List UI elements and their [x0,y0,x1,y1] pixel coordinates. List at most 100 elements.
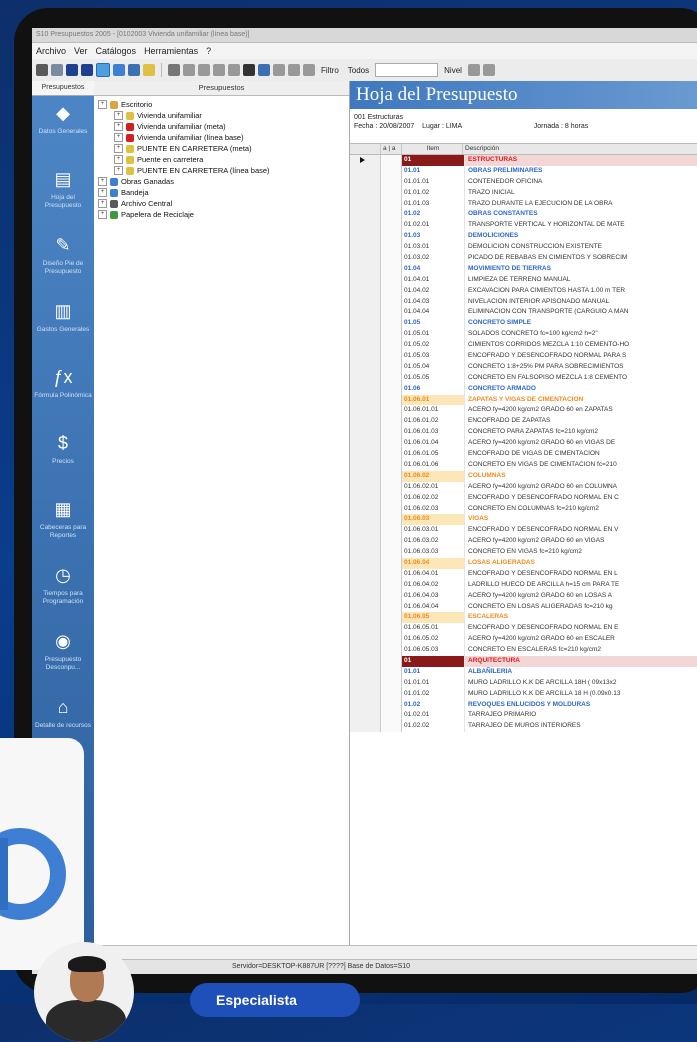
row-selector[interactable] [350,340,381,352]
table-row[interactable]: 01.06.01 ZAPATAS Y VIGAS DE CIMENTACION [350,394,697,406]
item-cell[interactable]: 01.06.04.04 [402,601,465,613]
item-cell[interactable]: 01.06.04.03 [402,590,465,602]
table-row[interactable]: 01.06.01.03 CONCRETO PARA ZAPATAS fc=210 … [350,427,697,439]
item-cell[interactable]: 01.06.03.01 [402,525,465,537]
description-cell[interactable]: ESTRUCTURAS [465,155,697,166]
row-selector[interactable] [350,492,381,504]
row-selector[interactable] [350,514,381,526]
expand-icon[interactable]: + [114,133,123,142]
table-row[interactable]: 01.06.04.01 ENCOFRADO Y DESENCOFRADO NORM… [350,568,697,580]
description-cell[interactable]: CONCRETO PARA ZAPATAS fc=210 kg/cm2 [465,427,697,438]
edit-icon[interactable] [258,64,270,76]
arrow-right-icon[interactable] [81,64,93,76]
table-row[interactable]: 01.06.03 VIGAS [350,514,697,526]
row-selector[interactable] [350,220,381,232]
item-cell[interactable]: 01.06.01.06 [402,459,465,471]
row-selector[interactable] [350,416,381,428]
item-cell[interactable]: 01.06.05.03 [402,645,465,656]
item-cell[interactable]: 01.04.03 [402,296,465,308]
description-cell[interactable]: ENCOFRADO Y DESENCOFRADO NORMAL PARA S [465,351,697,362]
row-selector[interactable] [350,296,381,308]
row-selector[interactable] [350,579,381,591]
description-cell[interactable]: CONCRETO 1:8+25% PM PARA SOBRECIMIENTOS [465,362,697,373]
description-cell[interactable]: TARRAJEO PRIMARIO [465,710,697,721]
item-cell[interactable]: 01.02 [402,209,465,221]
preview-icon[interactable] [51,64,63,76]
item-cell[interactable]: 01.03.02 [402,253,465,264]
row-selector[interactable] [350,699,381,711]
paste-icon[interactable] [482,64,495,76]
row-selector[interactable] [350,274,381,286]
description-cell[interactable]: LOSAS ALIGERADAS [465,558,697,569]
item-cell[interactable]: 01.05.04 [402,361,465,373]
table-row[interactable]: 01.06.05.02 ACERO fy=4200 kg/cm2 GRADO 60… [350,634,697,646]
item-cell[interactable]: 01.06.04.02 [402,579,465,591]
description-cell[interactable]: MURO LADRILLO K.K DE ARCILLA 18H ( 09x13… [465,678,697,689]
item-cell[interactable]: 01.05.03 [402,351,465,362]
tree-node[interactable]: + Puente en carretera [94,154,349,165]
description-cell[interactable]: SOLADOS CONCRETO fc=100 kg/cm2 h=2" [465,329,697,340]
row-selector[interactable] [350,623,381,635]
description-cell[interactable]: PICADO DE REBABAS EN CIMIENTOS Y SOBRECI… [465,253,697,264]
item-cell[interactable]: 01.06.05.01 [402,623,465,635]
expand-icon[interactable]: + [114,122,123,131]
cut-icon[interactable] [467,64,480,76]
diamond-tool-icon[interactable] [143,64,155,76]
item-cell[interactable]: 01.06.03.02 [402,536,465,548]
row-selector[interactable] [350,285,381,297]
description-cell[interactable]: MURO LADRILLO K.K DE ARCILLA 18 H (0.09x… [465,689,697,700]
sum-icon[interactable] [273,64,285,76]
table-row[interactable]: 01.06.02.02 ENCOFRADO Y DESENCOFRADO NORM… [350,492,697,504]
item-cell[interactable]: 01.03 [402,231,465,243]
table-row[interactable]: 01.05.02 CIMIENTOS CORRIDOS MEZCLA 1:10 C… [350,340,697,352]
expand-icon[interactable]: + [114,144,123,153]
table-row[interactable]: 01.06.04.02 LADRILLO HUECO DE ARCILLA h=1… [350,579,697,591]
description-cell[interactable]: TRAZO DURANTE LA EJECUCION DE LA OBRA [465,199,697,210]
item-cell[interactable]: 01.05.02 [402,340,465,352]
table-row[interactable]: 01.06.01.02 ENCOFRADO DE ZAPATAS [350,416,697,428]
row-selector[interactable] [350,351,381,362]
row-selector[interactable] [350,470,381,482]
description-cell[interactable]: DEMOLICION CONSTRUCCION EXISTENTE [465,242,697,253]
expand-icon[interactable]: + [98,188,107,197]
row-selector[interactable] [350,209,381,221]
item-cell[interactable]: 01.06.02.01 [402,481,465,493]
tree-node[interactable]: + Vivienda unifamiliar (meta) [94,121,349,132]
sidebar-item-3[interactable]: ▥ Gastos Generales [32,294,94,360]
item-cell[interactable]: 01.06.02.02 [402,492,465,504]
expand-icon[interactable]: + [114,155,123,164]
row-selector[interactable] [350,242,381,254]
menu-item-3[interactable]: Herramientas [144,46,198,56]
description-cell[interactable]: NIVELACION INTERIOR APISONADO MANUAL [465,297,697,308]
description-cell[interactable]: EXCAVACION PARA CIMIENTOS HASTA 1.00 m T… [465,286,697,297]
expand-icon[interactable]: + [98,100,107,109]
table-row[interactable]: 01.02 REVOQUES ENLUCIDOS Y MOLDURAS [350,699,697,711]
table-row[interactable]: 01.02.02 TARRAJEO DE MUROS INTERIORES [350,721,697,733]
indent-icon[interactable] [183,64,195,76]
table-row[interactable]: 01.03 DEMOLICIONES [350,231,697,243]
expand-icon[interactable]: + [114,166,123,175]
item-cell[interactable]: 01.02.01 [402,220,465,232]
description-cell[interactable]: ACERO fy=4200 kg/cm2 GRADO 60 en ESCALER [465,634,697,645]
description-cell[interactable]: DEMOLICIONES [465,231,697,242]
table-row[interactable]: 01.06.02 COLUMNAS [350,470,697,482]
table-row[interactable]: 01.06.05.01 ENCOFRADO Y DESENCOFRADO NORM… [350,623,697,635]
description-cell[interactable]: ACERO fy=4200 kg/cm2 GRADO 60 en VIGAS D… [465,438,697,449]
table-row[interactable]: 01.06.01.01 ACERO fy=4200 kg/cm2 GRADO 60… [350,405,697,417]
table-icon[interactable] [128,64,140,76]
table-row[interactable]: 01.01.01 CONTENEDOR OFICINA [350,176,697,188]
description-cell[interactable]: ACERO fy=4200 kg/cm2 GRADO 60 en VIGAS [465,536,697,547]
table-row[interactable]: 01.05.03 ENCOFRADO Y DESENCOFRADO NORMAL … [350,351,697,362]
row-selector[interactable] [350,612,381,624]
sidebar-item-8[interactable]: ◉ Presupuesto Desconpu... [32,624,94,690]
row-selector[interactable] [350,645,381,656]
tree-node[interactable]: + Vivienda unifamiliar [94,110,349,121]
description-cell[interactable]: CONCRETO EN LOSAS ALIGERADAS fc=210 kg [465,602,697,613]
row-selector[interactable] [350,590,381,602]
table-row[interactable]: 01.01.02 MURO LADRILLO K.K DE ARCILLA 18 … [350,688,697,700]
tree-node[interactable]: + Escritorio [94,99,349,110]
item-cell[interactable]: 01.06.02.03 [402,503,465,515]
menu-item-1[interactable]: Ver [74,46,88,56]
table-row[interactable]: 01.04.01 LIMPIEZA DE TERRENO MANUAL [350,274,697,286]
table-row[interactable]: 01.06.02.03 CONCRETO EN COLUMNAS fc=210 k… [350,503,697,515]
